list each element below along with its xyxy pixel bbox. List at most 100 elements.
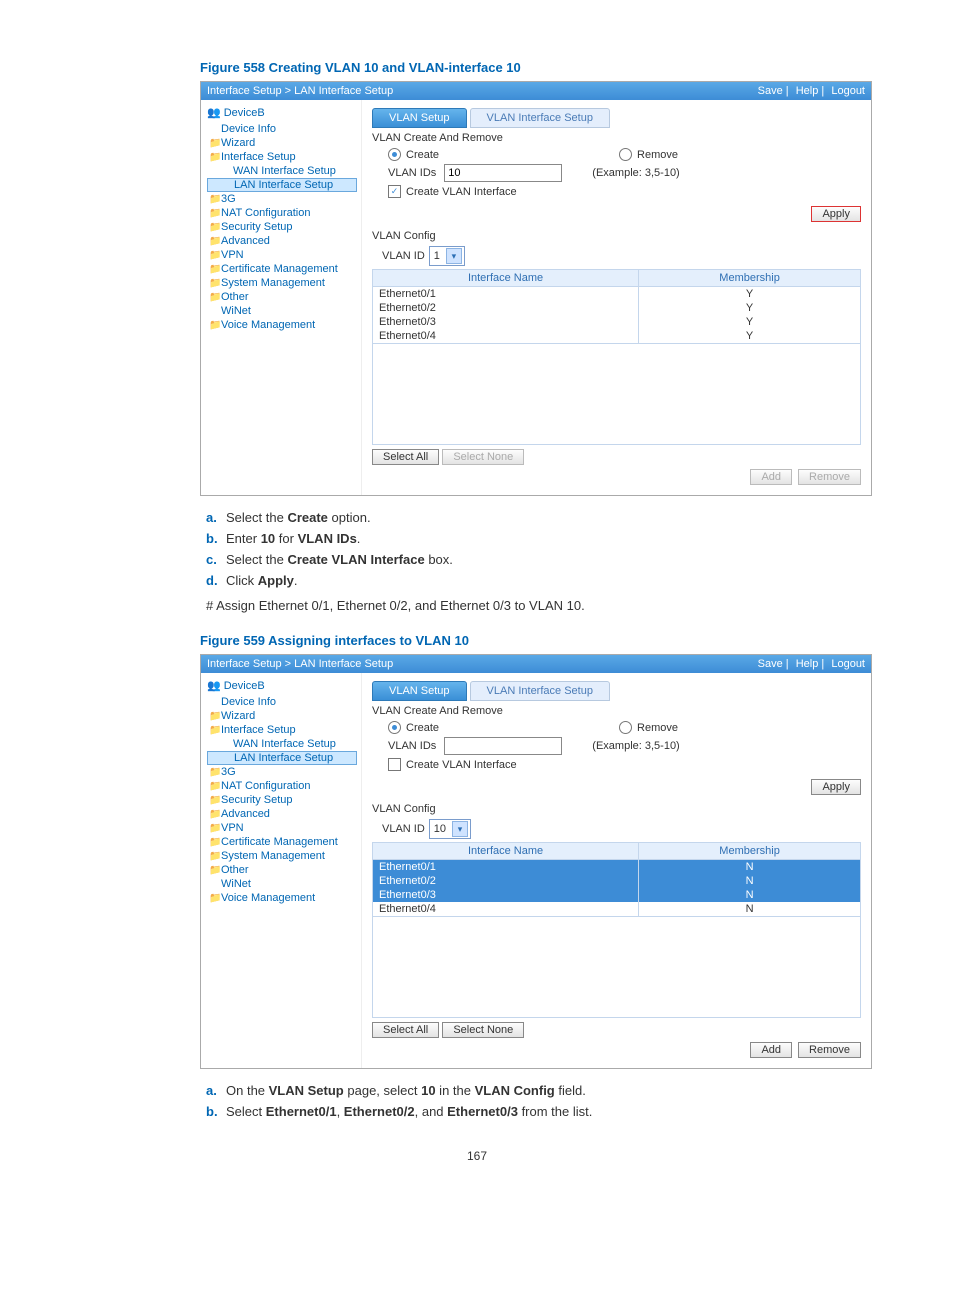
tree-item-6[interactable]: 📁NAT Configuration (207, 779, 357, 793)
tab-vlan-setup[interactable]: VLAN Setup (372, 108, 467, 128)
step-letter: c. (206, 552, 226, 567)
tree-item-10[interactable]: 📁Certificate Management (207, 835, 357, 849)
apply-button[interactable]: Apply (811, 206, 861, 222)
tree-item-5[interactable]: 📁3G (207, 765, 357, 779)
link-save[interactable]: Save (758, 658, 783, 670)
select-all-button[interactable]: Select All (372, 1022, 439, 1038)
tab-vlan-setup[interactable]: VLAN Setup (372, 681, 467, 701)
link-logout[interactable]: Logout (831, 658, 865, 670)
tree-item-4[interactable]: LAN Interface Setup (207, 178, 357, 192)
interface-table: Interface NameMembershipEthernet0/1NEthe… (372, 842, 861, 917)
apply-button[interactable]: Apply (811, 779, 861, 795)
radio-create[interactable] (388, 148, 401, 161)
step-text: On the VLAN Setup page, select 10 in the… (226, 1083, 586, 1098)
screenshot-559: Interface Setup > LAN Interface SetupSav… (200, 654, 872, 1069)
tree-item-5[interactable]: 📁3G (207, 192, 357, 206)
link-logout[interactable]: Logout (831, 85, 865, 97)
input-vlan-ids[interactable] (444, 164, 562, 182)
radio-remove[interactable] (619, 148, 632, 161)
tree-item-7[interactable]: 📁Security Setup (207, 220, 357, 234)
tab-vlan-interface-setup[interactable]: VLAN Interface Setup (470, 108, 610, 128)
step-text: Select Ethernet0/1, Ethernet0/2, and Eth… (226, 1104, 592, 1119)
tree-item-9[interactable]: 📁VPN (207, 821, 357, 835)
tree-item-14[interactable]: 📁Voice Management (207, 891, 357, 905)
label-example: (Example: 3,5-10) (592, 740, 679, 752)
tree-item-11[interactable]: 📁System Management (207, 849, 357, 863)
remove-button[interactable]: Remove (798, 469, 861, 485)
chevron-down-icon: ▾ (452, 821, 468, 837)
tree-item-12[interactable]: 📁Other (207, 863, 357, 877)
section-create-remove: VLAN Create And Remove (372, 705, 861, 717)
tree-item-4[interactable]: LAN Interface Setup (207, 751, 357, 765)
table-row[interactable]: Ethernet0/1N (373, 860, 861, 875)
chevron-down-icon: ▾ (446, 248, 462, 264)
tree-item-0[interactable]: Device Info (207, 695, 357, 709)
table-row[interactable]: Ethernet0/4Y (373, 329, 861, 344)
tab-vlan-interface-setup[interactable]: VLAN Interface Setup (470, 681, 610, 701)
step-row: b.Enter 10 for VLAN IDs. (206, 531, 894, 546)
col-interface-name: Interface Name (373, 843, 639, 860)
checkbox-create-vlan-if[interactable] (388, 758, 401, 771)
tree-item-12[interactable]: 📁Other (207, 290, 357, 304)
step-text: Click Apply. (226, 573, 298, 588)
tree-item-0[interactable]: Device Info (207, 122, 357, 136)
breadcrumb: Interface Setup > LAN Interface Setup (207, 85, 393, 97)
checkbox-create-vlan-if[interactable] (388, 185, 401, 198)
main-panel: VLAN SetupVLAN Interface Setup VLAN Creat… (362, 673, 871, 1068)
table-row[interactable]: Ethernet0/2Y (373, 301, 861, 315)
select-none-button[interactable]: Select None (442, 1022, 524, 1038)
table-row[interactable]: Ethernet0/1Y (373, 287, 861, 302)
table-empty-area (372, 344, 861, 445)
breadcrumb-bar: Interface Setup > LAN Interface Setup Sav… (201, 82, 871, 100)
add-button[interactable]: Add (750, 1042, 792, 1058)
radio-create[interactable] (388, 721, 401, 734)
dropdown-vlan-id[interactable]: 1▾ (429, 246, 465, 266)
nav-tree: 👥DeviceBDevice Info📁Wizard📁Interface Set… (201, 100, 362, 495)
page-number: 167 (60, 1149, 894, 1163)
select-none-button[interactable]: Select None (442, 449, 524, 465)
dropdown-vlan-id[interactable]: 10▾ (429, 819, 471, 839)
table-row[interactable]: Ethernet0/4N (373, 902, 861, 917)
add-button[interactable]: Add (750, 469, 792, 485)
tree-item-1[interactable]: 📁Wizard (207, 709, 357, 723)
tree-item-3[interactable]: WAN Interface Setup (207, 737, 357, 751)
tree-item-14[interactable]: 📁Voice Management (207, 318, 357, 332)
step-row: c.Select the Create VLAN Interface box. (206, 552, 894, 567)
tree-item-8[interactable]: 📁Advanced (207, 234, 357, 248)
assign-note: # Assign Ethernet 0/1, Ethernet 0/2, and… (206, 598, 894, 613)
tree-root: 👥DeviceB (207, 679, 357, 692)
figure-558-title: Figure 558 Creating VLAN 10 and VLAN-int… (200, 60, 894, 75)
select-all-button[interactable]: Select All (372, 449, 439, 465)
tree-item-13[interactable]: WiNet (207, 877, 357, 891)
tree-item-13[interactable]: WiNet (207, 304, 357, 318)
figure-559-title: Figure 559 Assigning interfaces to VLAN … (200, 633, 894, 648)
steps-558: a.Select the Create option.b.Enter 10 fo… (206, 510, 894, 588)
label-vlan-ids: VLAN IDs (388, 167, 436, 179)
tree-item-1[interactable]: 📁Wizard (207, 136, 357, 150)
link-help[interactable]: Help (796, 658, 819, 670)
radio-remove[interactable] (619, 721, 632, 734)
label-create: Create (406, 149, 439, 161)
tree-item-11[interactable]: 📁System Management (207, 276, 357, 290)
link-help[interactable]: Help (796, 85, 819, 97)
tree-item-2[interactable]: 📁Interface Setup (207, 150, 357, 164)
table-row[interactable]: Ethernet0/2N (373, 874, 861, 888)
screenshot-558: Interface Setup > LAN Interface Setup Sav… (200, 81, 872, 496)
tree-item-8[interactable]: 📁Advanced (207, 807, 357, 821)
breadcrumb-bar: Interface Setup > LAN Interface SetupSav… (201, 655, 871, 673)
table-row[interactable]: Ethernet0/3N (373, 888, 861, 902)
table-row[interactable]: Ethernet0/3Y (373, 315, 861, 329)
remove-button[interactable]: Remove (798, 1042, 861, 1058)
input-vlan-ids[interactable] (444, 737, 562, 755)
tree-item-9[interactable]: 📁VPN (207, 248, 357, 262)
tree-item-10[interactable]: 📁Certificate Management (207, 262, 357, 276)
tree-item-3[interactable]: WAN Interface Setup (207, 164, 357, 178)
tree-item-6[interactable]: 📁NAT Configuration (207, 206, 357, 220)
link-save[interactable]: Save (758, 85, 783, 97)
section-create-remove: VLAN Create And Remove (372, 132, 861, 144)
label-create-vlan-if: Create VLAN Interface (406, 759, 517, 771)
tree-item-2[interactable]: 📁Interface Setup (207, 723, 357, 737)
step-row: d.Click Apply. (206, 573, 894, 588)
label-create: Create (406, 722, 439, 734)
tree-item-7[interactable]: 📁Security Setup (207, 793, 357, 807)
